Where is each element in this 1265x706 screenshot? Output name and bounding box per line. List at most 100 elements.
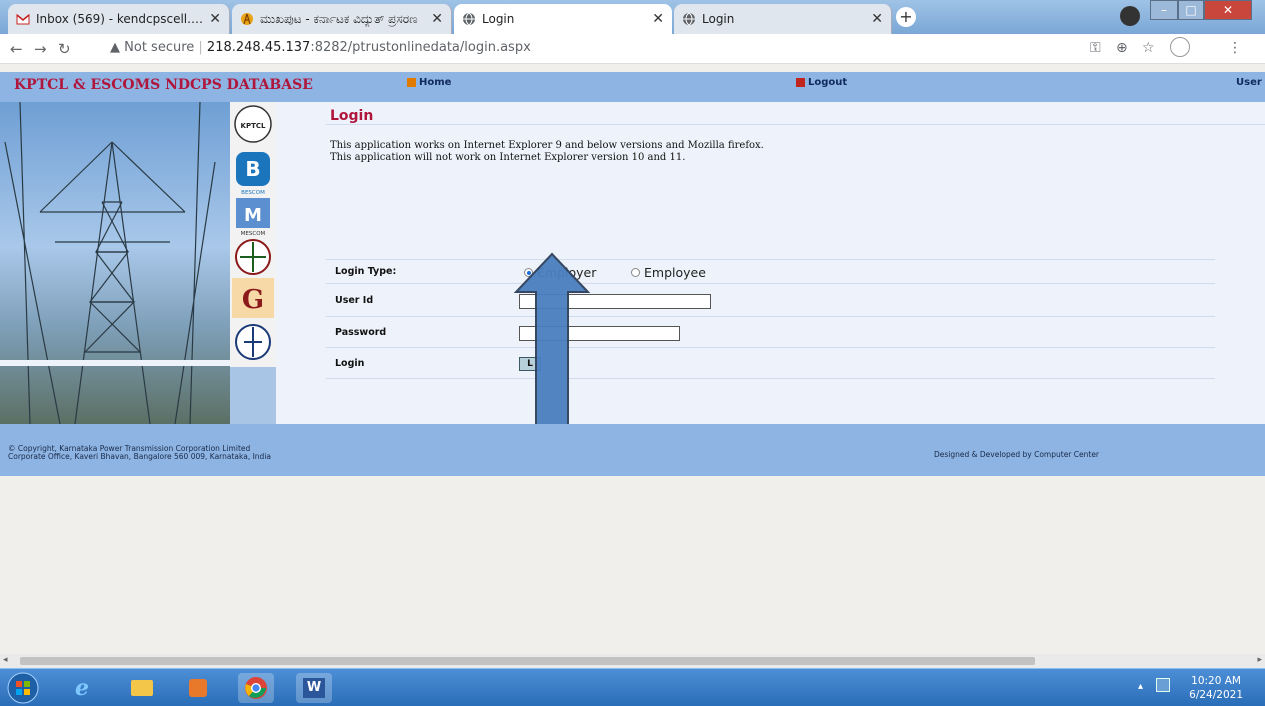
- profile-icon[interactable]: [1120, 6, 1140, 26]
- close-icon[interactable]: ✕: [431, 11, 443, 27]
- login-type-label: Login Type:: [335, 266, 397, 277]
- escom-logos: KPTCL B BESCOM M MESCOM G: [230, 102, 276, 367]
- login-heading: Login: [330, 108, 374, 124]
- security-label: Not secure: [124, 40, 195, 55]
- star-icon[interactable]: ☆: [1142, 40, 1155, 56]
- chrome-icon: [245, 677, 267, 699]
- menu-icon[interactable]: ⋮: [1228, 40, 1242, 56]
- password-label: Password: [335, 327, 387, 338]
- logout-icon: [796, 78, 805, 87]
- clock-time: 10:20 AM: [1191, 675, 1241, 687]
- back-icon[interactable]: ←: [10, 40, 23, 58]
- divider: [326, 283, 1215, 284]
- divider: [326, 347, 1215, 348]
- nav-logout[interactable]: Logout: [796, 77, 847, 88]
- footer-credit: Designed & Developed by Computer Center: [934, 450, 1100, 459]
- tray-expand-icon[interactable]: ▴: [1138, 681, 1143, 692]
- svg-text:KPTCL: KPTCL: [241, 122, 266, 130]
- site-title: KPTCL & ESCOMS NDCPS DATABASE: [14, 77, 313, 93]
- svg-text:G: G: [242, 285, 264, 315]
- nav-home-label: Home: [419, 77, 452, 88]
- close-icon[interactable]: ✕: [871, 11, 883, 27]
- browser-note-1: This application works on Internet Explo…: [330, 140, 764, 151]
- address-bar[interactable]: ▲ Not secure | 218.248.45.137:8282/ptrus…: [110, 40, 531, 55]
- radio-employee-label: Employee: [644, 265, 706, 280]
- tab-login[interactable]: Login ✕: [674, 4, 892, 34]
- browser-titlebar: Inbox (569) - kendcpscell.kptcl@ ✕ ಮುಖಪು…: [0, 0, 1265, 34]
- tab-kptcl[interactable]: ಮುಖಪುಟ - ಕರ್ನಾಟಕ ವಿದ್ಯುತ್ ಪ್ರಸರಣ ✕: [232, 4, 452, 34]
- internet-explorer-icon: e: [75, 675, 89, 701]
- taskbar-explorer[interactable]: [124, 673, 160, 703]
- userid-label: User Id: [335, 295, 374, 306]
- network-icon[interactable]: [1156, 678, 1170, 692]
- reload-icon[interactable]: ↻: [58, 40, 71, 58]
- tab-title: ಮುಖಪುಟ - ಕರ್ನಾಟಕ ವಿದ್ಯುತ್ ಪ್ರಸರಣ: [260, 11, 418, 26]
- annotation-arrow: [513, 252, 591, 427]
- taskbar-chrome[interactable]: [238, 673, 274, 703]
- taskbar-word[interactable]: W: [296, 673, 332, 703]
- svg-text:M: M: [244, 205, 262, 226]
- clock-date: 6/24/2021: [1189, 689, 1243, 701]
- minimize-button[interactable]: –: [1150, 0, 1178, 20]
- radio-employee[interactable]: Employee: [631, 265, 706, 280]
- left-strip: [230, 367, 276, 424]
- divider: [326, 124, 1265, 125]
- nav-logout-label: Logout: [808, 77, 848, 88]
- nav-user: User: [1236, 77, 1262, 88]
- login-panel: Login This application works on Internet…: [276, 102, 1265, 427]
- scroll-thumb[interactable]: [20, 657, 1035, 665]
- maximize-button[interactable]: □: [1178, 0, 1204, 20]
- windows-taskbar: e W ▴ 10:20 AM 6/24/2021: [0, 668, 1265, 706]
- close-icon[interactable]: ✕: [652, 11, 664, 27]
- start-button[interactable]: [4, 672, 42, 704]
- outlook-icon: [189, 679, 207, 697]
- nav-home[interactable]: Home: [407, 77, 451, 88]
- folder-icon: [131, 680, 153, 696]
- divider: [326, 259, 1215, 260]
- tab-title: Login: [482, 12, 515, 26]
- scroll-right-icon[interactable]: ▸: [1257, 655, 1262, 665]
- taskbar-clock[interactable]: 10:20 AM 6/24/2021: [1189, 674, 1243, 702]
- svg-text:BESCOM: BESCOM: [241, 190, 265, 196]
- forward-icon[interactable]: →: [34, 40, 47, 58]
- horizontal-scrollbar[interactable]: ◂ ▸: [0, 654, 1265, 668]
- word-icon: W: [303, 678, 325, 698]
- company-logos: KPTCL B BESCOM M MESCOM G: [232, 105, 274, 360]
- svg-text:MESCOM: MESCOM: [241, 231, 266, 237]
- close-window-button[interactable]: ✕: [1204, 0, 1252, 20]
- windows-start-icon: [7, 672, 39, 704]
- kptcl-icon: [241, 13, 253, 25]
- globe-icon: [683, 12, 695, 26]
- globe-icon: [463, 12, 475, 26]
- browser-toolbar: ← → ↻ ▲ Not secure | 218.248.45.137:8282…: [0, 34, 1265, 64]
- zoom-icon[interactable]: ⊕: [1116, 40, 1128, 56]
- url-path: :8282/ptrustonlinedata/login.aspx: [310, 40, 531, 55]
- nav-user-label: User: [1236, 77, 1262, 88]
- new-tab-button[interactable]: +: [896, 7, 916, 27]
- transmission-tower-image: [0, 102, 230, 424]
- tab-login-active[interactable]: Login ✕: [454, 4, 672, 34]
- svg-text:B: B: [245, 157, 260, 181]
- radio-button[interactable]: [631, 268, 640, 277]
- arrow-right-icon: [407, 78, 416, 87]
- url-host: 218.248.45.137: [206, 40, 311, 55]
- taskbar-outlook[interactable]: [180, 673, 216, 703]
- login-row-label: Login: [335, 358, 365, 369]
- key-icon[interactable]: ⚿: [1090, 40, 1101, 56]
- site-footer: © Copyright, Karnataka Power Transmissio…: [0, 424, 1265, 476]
- divider: [326, 316, 1215, 317]
- tab-title: Inbox (569) - kendcpscell.kptcl@: [36, 12, 203, 26]
- close-icon[interactable]: ✕: [209, 11, 221, 27]
- footer-copyright-2: Corporate Office, Kaveri Bhavan, Bangalo…: [8, 452, 271, 461]
- tower-illustration: [0, 102, 230, 424]
- scroll-left-icon[interactable]: ◂: [3, 655, 8, 665]
- gmail-icon: [16, 13, 30, 25]
- tab-title: Login: [702, 12, 735, 26]
- extension-icon[interactable]: [1170, 37, 1190, 57]
- warning-icon: ▲: [110, 40, 120, 55]
- taskbar-ie[interactable]: e: [64, 673, 100, 703]
- browser-note-2: This application will not work on Intern…: [330, 152, 686, 163]
- web-page: KPTCL & ESCOMS NDCPS DATABASE Home Logou…: [0, 64, 1265, 654]
- tab-gmail[interactable]: Inbox (569) - kendcpscell.kptcl@ ✕: [8, 4, 230, 34]
- divider: [326, 378, 1215, 379]
